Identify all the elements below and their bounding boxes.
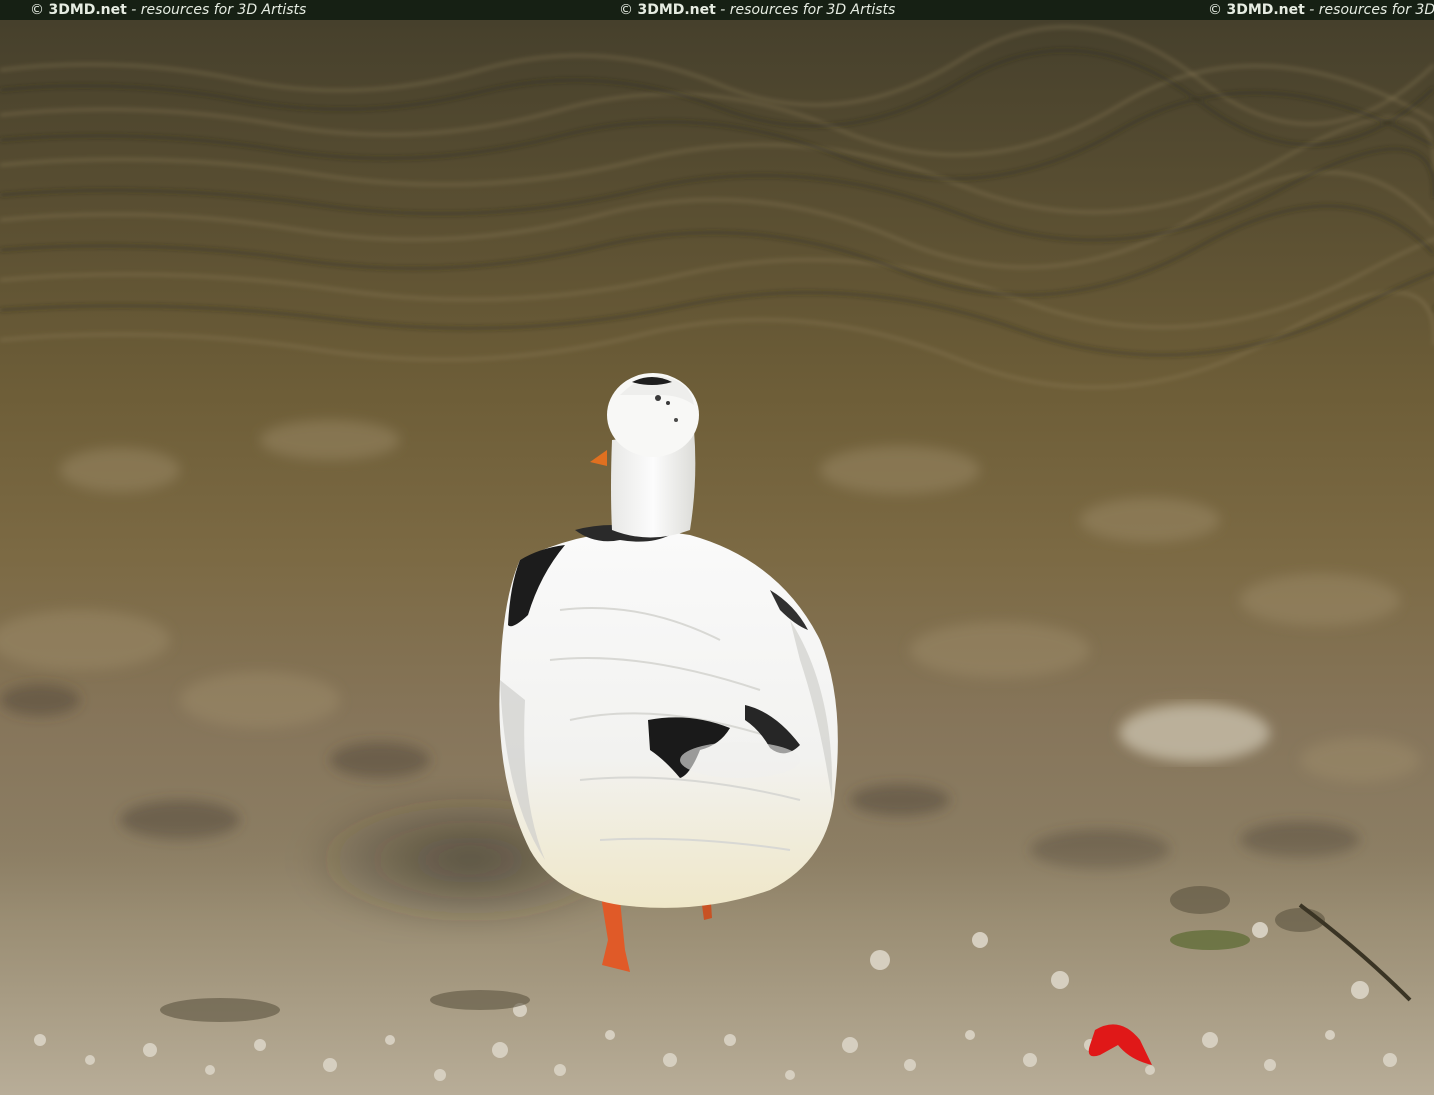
watermark-brand: 3DMD.net [1226,2,1305,18]
duck-photo [0,20,1434,1095]
watermark-brand: 3DMD.net [48,2,127,18]
watermark-bar: © 3DMD.net - resources for 3D Artists © … [0,0,1434,20]
watermark-1: © 3DMD.net - resources for 3D Artists [30,2,306,18]
watermark-3: © 3DMD.net - resources for 3D Artists [1208,2,1434,18]
watermark-tagline: - resources for 3D Artists [720,2,896,18]
copyright-symbol: © [30,2,44,18]
watermark-tagline: - resources for 3D Artists [131,2,307,18]
watermark-tagline: - resources for 3D Artists [1309,2,1434,18]
copyright-symbol: © [1208,2,1222,18]
photo-stage: © 3DMD.net - resources for 3D Artists © … [0,0,1434,1095]
rock-right [1120,705,1270,761]
watermark-brand: 3DMD.net [637,2,716,18]
moss-patch [1170,930,1250,950]
tail-feathers [680,742,800,778]
copyright-symbol: © [619,2,633,18]
watermark-2: © 3DMD.net - resources for 3D Artists [619,2,895,18]
